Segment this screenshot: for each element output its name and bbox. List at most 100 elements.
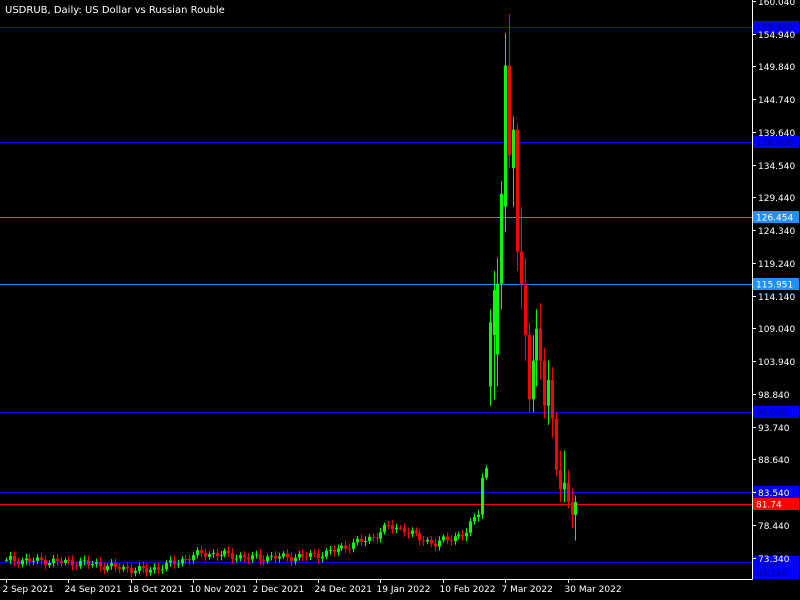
y-tick-label: 160.040 <box>758 0 795 8</box>
candle-body <box>25 558 28 561</box>
candle-body <box>5 559 8 561</box>
candle-body <box>165 562 168 570</box>
candle-body <box>278 556 281 559</box>
candle-body <box>60 560 63 563</box>
candle-body <box>567 482 570 502</box>
candle-body <box>500 193 503 284</box>
candle-body <box>508 65 511 156</box>
candle-body <box>220 555 223 557</box>
candle-body <box>356 538 359 543</box>
candle-body <box>192 555 195 561</box>
candle-body <box>184 559 187 561</box>
candle-body <box>539 328 542 361</box>
candle-body <box>532 360 535 400</box>
candle-body <box>106 565 109 571</box>
candle-body <box>294 557 297 562</box>
candle-body <box>95 562 98 564</box>
candle-body <box>247 557 250 560</box>
candle-body <box>235 558 238 560</box>
candle-body <box>340 545 343 549</box>
candle-body <box>130 568 133 573</box>
candle-body <box>40 557 43 561</box>
candle-body <box>169 560 172 563</box>
candle-body <box>122 566 125 570</box>
candle-body <box>559 469 562 490</box>
candle-body <box>344 545 347 549</box>
candle-body <box>543 360 546 406</box>
x-tick-label: 2 Sep 2021 <box>3 585 54 595</box>
candle-body <box>161 569 164 571</box>
candle-body <box>551 379 554 419</box>
candle-body <box>138 566 141 571</box>
candle-body <box>290 557 293 562</box>
y-tick-label: 134.540 <box>758 162 795 172</box>
candle-body <box>177 563 180 565</box>
candle-body <box>504 65 507 207</box>
candle-body <box>348 548 351 550</box>
candle-body <box>524 283 527 336</box>
candle-body <box>301 553 304 557</box>
candle-body <box>91 563 94 565</box>
candle-body <box>403 527 406 533</box>
candle-body <box>274 555 277 559</box>
candle-body <box>216 552 219 557</box>
candle-body <box>28 558 31 562</box>
candle-body <box>196 550 199 556</box>
y-tick-label: 88.640 <box>758 456 790 466</box>
candle-body <box>13 556 16 562</box>
candle-body <box>227 550 230 553</box>
x-tick-label: 24 Dec 2021 <box>315 585 373 595</box>
y-tick-label: 98.840 <box>758 391 790 401</box>
candle-body <box>547 379 550 406</box>
x-tick-label: 24 Sep 2021 <box>65 585 122 595</box>
candle-body <box>286 553 289 558</box>
y-tick-label: 124.340 <box>758 227 795 237</box>
level-badge-label: 68.240 <box>756 570 788 580</box>
y-tick-label: 119.240 <box>758 260 795 270</box>
candle-body <box>64 559 67 563</box>
candle-body <box>489 322 492 387</box>
candle-body <box>110 563 113 566</box>
candle-body <box>239 555 242 559</box>
candle-body <box>407 532 410 534</box>
candle-body <box>56 558 59 561</box>
level-lines-layer <box>0 27 752 563</box>
candle-body <box>535 328 538 361</box>
y-tick-label: 139.640 <box>758 129 795 139</box>
candle-body <box>325 550 328 557</box>
candle-body <box>75 565 78 567</box>
candle-body <box>337 548 340 552</box>
candle-body <box>481 477 484 515</box>
candle-body <box>134 570 137 573</box>
candle-body <box>17 561 20 565</box>
candle-body <box>329 549 332 551</box>
candle-body <box>99 562 102 567</box>
candle-body <box>87 560 90 565</box>
candle-body <box>142 566 145 569</box>
candle-body <box>379 532 382 539</box>
candle-body <box>376 537 379 539</box>
candle-body <box>422 540 425 542</box>
candle-body <box>243 555 246 558</box>
candle-body <box>255 554 258 556</box>
candle-body <box>446 536 449 541</box>
chart: 155.980138.000126.454115.95196.00083.500… <box>0 0 799 595</box>
candle-body <box>520 251 523 284</box>
candle-body <box>48 563 51 566</box>
candle-body <box>200 550 203 553</box>
candle-body <box>208 554 211 557</box>
y-tick-label: 144.740 <box>758 96 795 106</box>
candle-body <box>266 556 269 562</box>
y-tick-label: 103.940 <box>758 358 795 368</box>
candle-body <box>79 560 82 567</box>
candle-body <box>173 560 176 565</box>
candle-body <box>368 536 371 541</box>
candle-body <box>270 555 273 557</box>
candle-body <box>251 555 254 560</box>
candle-body <box>52 558 55 564</box>
candle-body <box>188 559 191 561</box>
candle-body <box>67 559 70 561</box>
candle-body <box>352 542 355 549</box>
candle-body <box>21 560 24 565</box>
candle-body <box>309 552 312 557</box>
